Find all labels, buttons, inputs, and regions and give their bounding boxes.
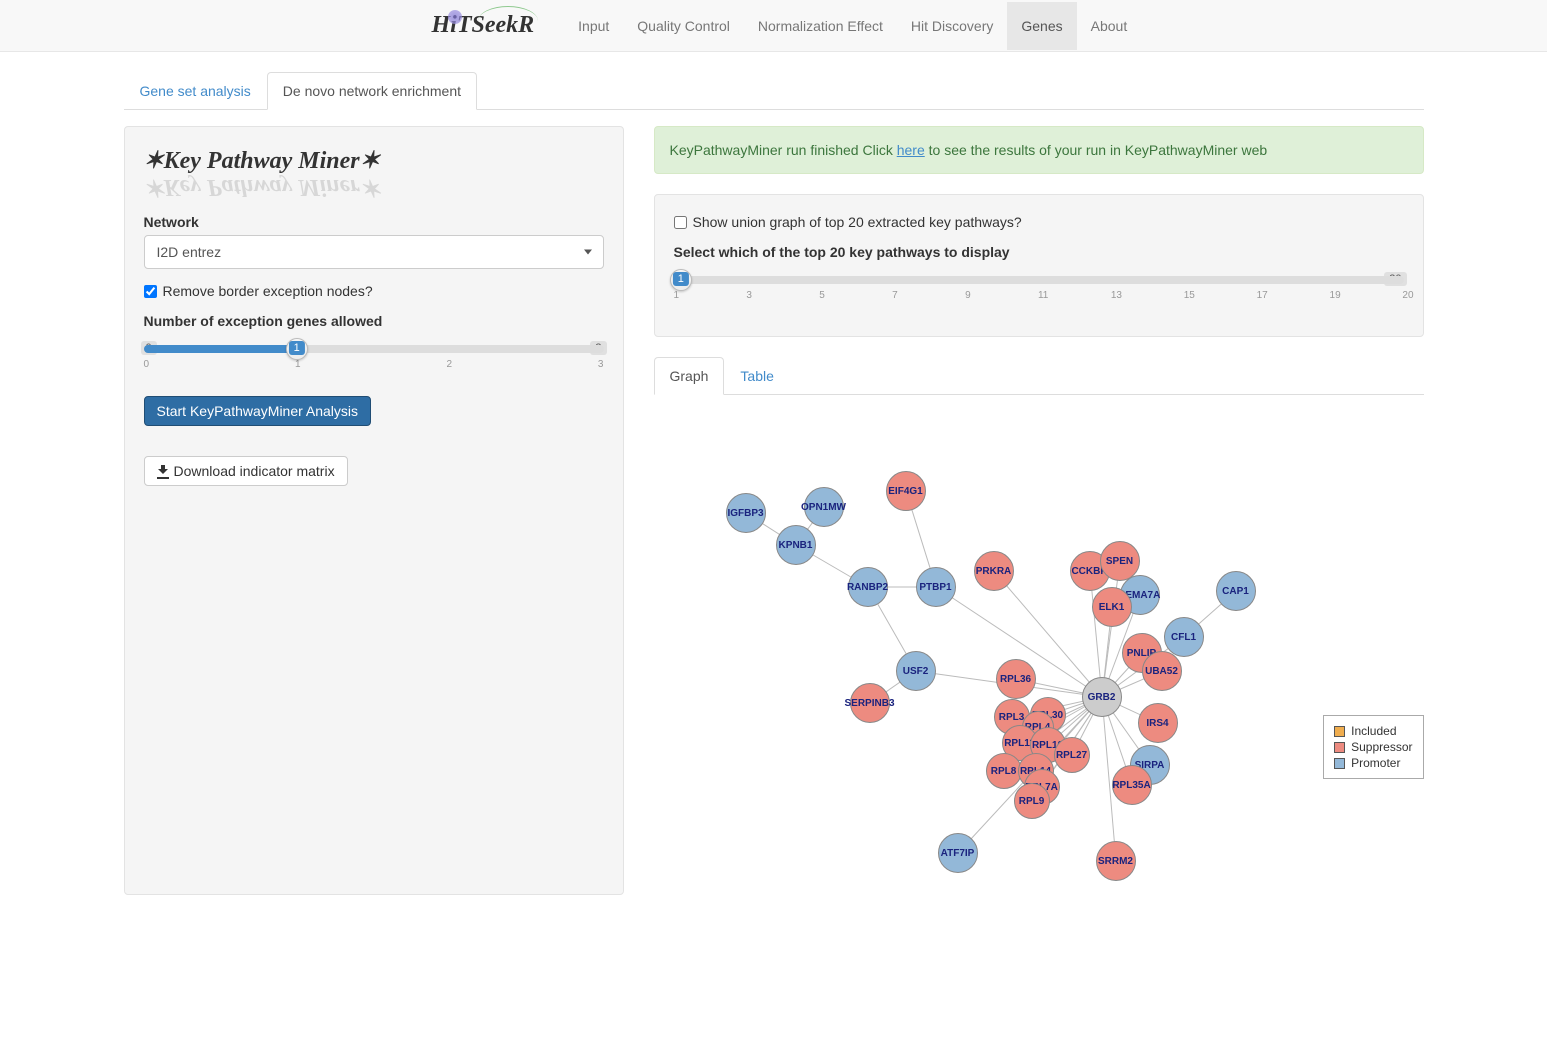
node-srrm2[interactable]: SRRM2 bbox=[1096, 841, 1136, 881]
nav-input[interactable]: Input bbox=[564, 2, 623, 50]
graph-tabs: Graph Table bbox=[654, 357, 1424, 395]
tab-de-novo-network-enrichment[interactable]: De novo network enrichment bbox=[267, 72, 477, 110]
node-serpinb3[interactable]: SERPINB3 bbox=[850, 683, 890, 723]
nav-normalization-effect[interactable]: Normalization Effect bbox=[744, 2, 897, 50]
node-eif4g1[interactable]: EIF4G1 bbox=[886, 471, 926, 511]
tab-gene-set-analysis[interactable]: Gene set analysis bbox=[124, 72, 267, 110]
tab-table[interactable]: Table bbox=[724, 357, 789, 395]
node-cap1[interactable]: CAP1 bbox=[1216, 571, 1256, 611]
nav-quality-control[interactable]: Quality Control bbox=[623, 2, 744, 50]
node-elk1[interactable]: ELK1 bbox=[1092, 587, 1132, 627]
node-ptbp1[interactable]: PTBP1 bbox=[916, 567, 956, 607]
download-icon bbox=[157, 465, 169, 477]
pathway-display-panel: Show union graph of top 20 extracted key… bbox=[654, 194, 1424, 337]
remove-border-label: Remove border exception nodes? bbox=[163, 283, 373, 299]
nav-items: InputQuality ControlNormalization Effect… bbox=[564, 2, 1141, 50]
node-rpl27[interactable]: RPL27 bbox=[1054, 737, 1090, 773]
remove-border-checkbox[interactable] bbox=[144, 285, 157, 298]
alert-link[interactable]: here bbox=[897, 142, 925, 158]
node-prkra[interactable]: PRKRA bbox=[974, 551, 1014, 591]
download-indicator-matrix-button[interactable]: Download indicator matrix bbox=[144, 456, 348, 486]
node-atf7ip[interactable]: ATF7IP bbox=[938, 833, 978, 873]
graph-legend: Included Suppressor Promoter bbox=[1323, 715, 1423, 779]
network-select[interactable]: I2D entrez bbox=[144, 235, 604, 269]
node-uba52[interactable]: UBA52 bbox=[1142, 651, 1182, 691]
node-rpl8[interactable]: RPL8 bbox=[986, 753, 1022, 789]
node-usf2[interactable]: USF2 bbox=[896, 651, 936, 691]
node-irs4[interactable]: IRS4 bbox=[1138, 703, 1178, 743]
nav-about[interactable]: About bbox=[1077, 2, 1142, 50]
node-rpl9[interactable]: RPL9 bbox=[1014, 783, 1050, 819]
pathway-select-label: Select which of the top 20 key pathways … bbox=[674, 244, 1404, 260]
kpm-config-panel: ✶Key Pathway Miner✶ ✶Key Pathway Miner✶ … bbox=[124, 126, 624, 895]
logo[interactable]: HiTSeekR bbox=[432, 12, 535, 39]
node-grb2[interactable]: GRB2 bbox=[1082, 677, 1122, 717]
exception-genes-label: Number of exception genes allowed bbox=[144, 313, 604, 329]
node-opn1mw[interactable]: OPN1MW bbox=[804, 487, 844, 527]
start-analysis-button[interactable]: Start KeyPathwayMiner Analysis bbox=[144, 396, 372, 426]
network-label: Network bbox=[144, 214, 604, 230]
sub-tabs: Gene set analysis De novo network enrich… bbox=[124, 72, 1424, 110]
network-graph[interactable]: Included Suppressor Promoter IGFBP3 OPN1M… bbox=[654, 395, 1424, 895]
show-union-checkbox[interactable] bbox=[674, 216, 687, 229]
node-kpnb1[interactable]: KPNB1 bbox=[776, 525, 816, 565]
navbar: HiTSeekR InputQuality ControlNormalizati… bbox=[0, 0, 1547, 52]
tab-graph[interactable]: Graph bbox=[654, 357, 725, 395]
nav-hit-discovery[interactable]: Hit Discovery bbox=[897, 2, 1007, 50]
kpm-title: ✶Key Pathway Miner✶ bbox=[144, 146, 604, 175]
pathway-slider[interactable]: 1 20 13579111315171920 bbox=[674, 276, 1404, 301]
node-cfl1[interactable]: CFL1 bbox=[1164, 617, 1204, 657]
node-igfbp3[interactable]: IGFBP3 bbox=[726, 493, 766, 533]
show-union-label: Show union graph of top 20 extracted key… bbox=[693, 214, 1022, 230]
nav-genes[interactable]: Genes bbox=[1007, 2, 1076, 50]
node-ranbp2[interactable]: RANBP2 bbox=[848, 567, 888, 607]
exception-slider[interactable]: 0 1 3 0123 bbox=[144, 345, 604, 370]
node-rpl35a[interactable]: RPL35A bbox=[1112, 765, 1152, 805]
alert-success: KeyPathwayMiner run finished Click here … bbox=[654, 126, 1424, 174]
node-rpl36[interactable]: RPL36 bbox=[996, 659, 1036, 699]
